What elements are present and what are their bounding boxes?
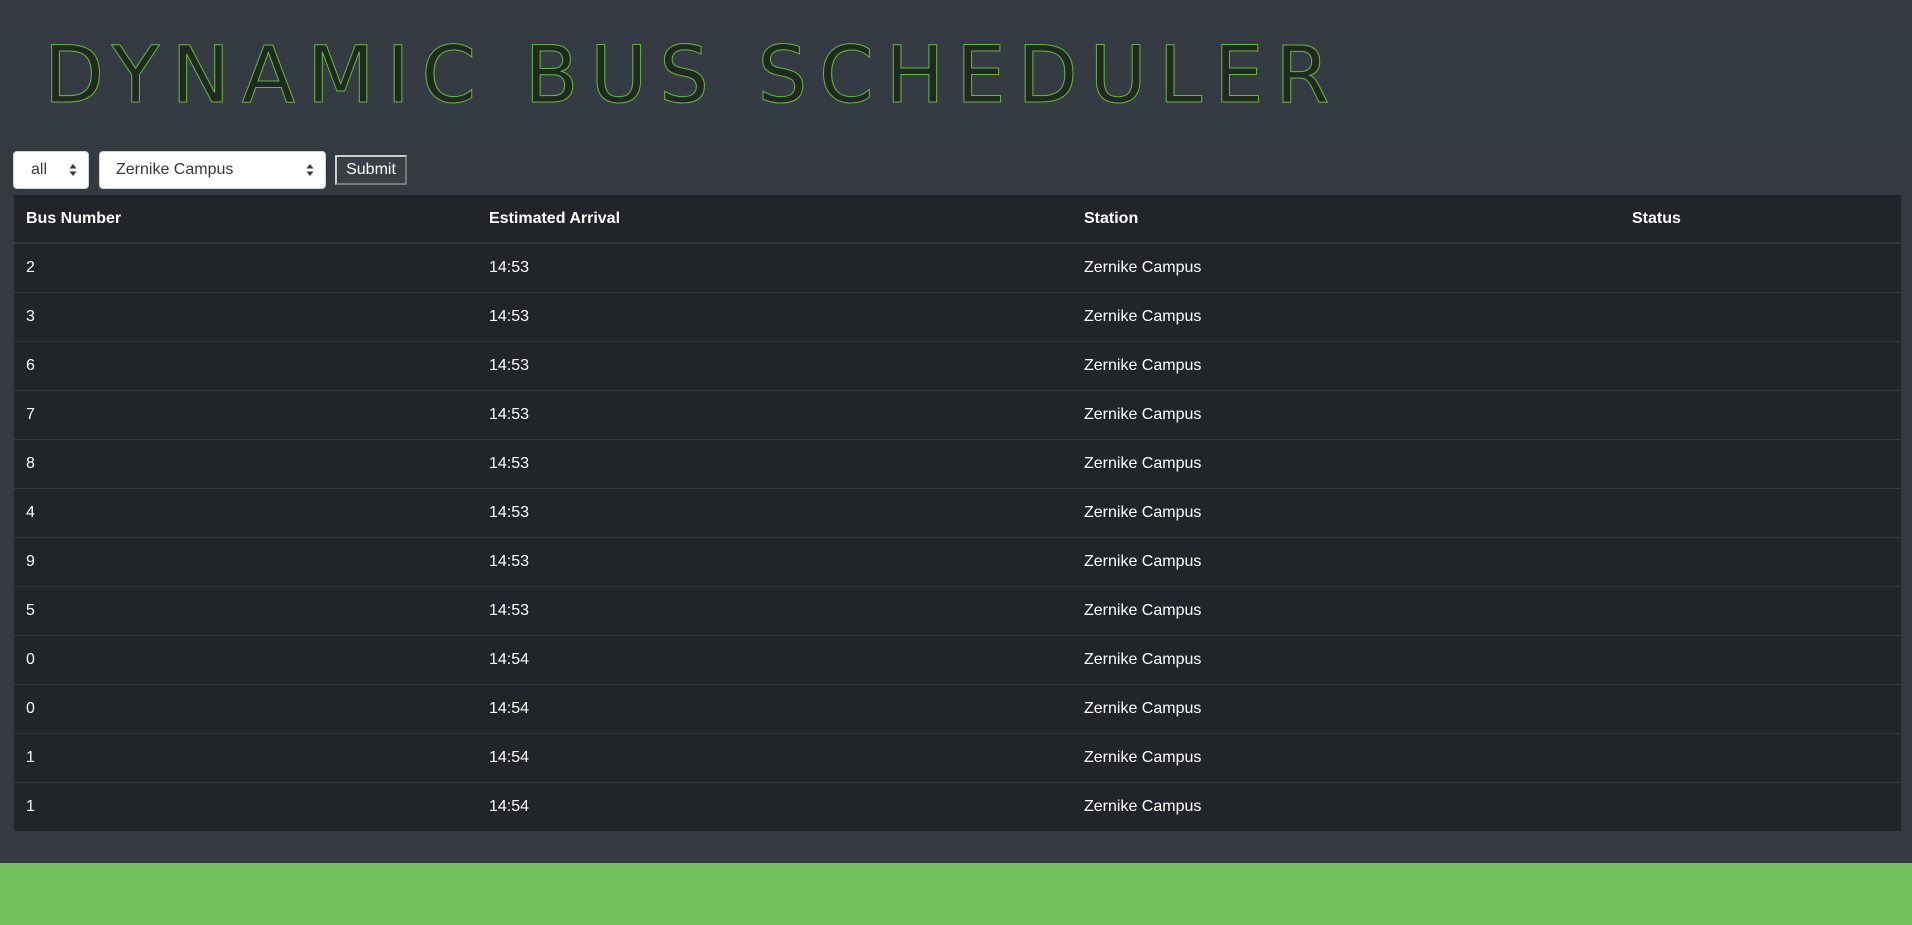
table-header-row: Bus Number Estimated Arrival Station Sta… <box>14 195 1901 244</box>
cell-estimated-arrival: 14:53 <box>477 536 1072 586</box>
cell-station: Zernike Campus <box>1072 389 1620 439</box>
table-row: 2 14:53 Zernike Campus <box>14 243 1901 292</box>
cell-station: Zernike Campus <box>1072 732 1620 782</box>
table-row: 5 14:53 Zernike Campus <box>14 585 1901 635</box>
column-header-station: Station <box>1072 195 1620 244</box>
cell-status <box>1620 389 1901 439</box>
submit-button[interactable]: Submit <box>335 155 407 185</box>
cell-station: Zernike Campus <box>1072 340 1620 390</box>
table-row: 0 14:54 Zernike Campus <box>14 634 1901 684</box>
cell-bus-number: 7 <box>14 389 477 439</box>
cell-status <box>1620 291 1901 341</box>
cell-bus-number: 9 <box>14 536 477 586</box>
filter-controls: all Zernike Campus Submit <box>13 151 407 189</box>
cell-station: Zernike Campus <box>1072 536 1620 586</box>
cell-estimated-arrival: 14:53 <box>477 389 1072 439</box>
route-select-value: all <box>31 161 48 178</box>
cell-estimated-arrival: 14:53 <box>477 291 1072 341</box>
cell-estimated-arrival: 14:54 <box>477 683 1072 733</box>
cell-bus-number: 6 <box>14 340 477 390</box>
sort-arrows-icon <box>69 163 77 177</box>
cell-bus-number: 5 <box>14 585 477 635</box>
route-select[interactable]: all <box>13 151 89 189</box>
cell-estimated-arrival: 14:54 <box>477 781 1072 831</box>
cell-station: Zernike Campus <box>1072 291 1620 341</box>
cell-bus-number: 4 <box>14 487 477 537</box>
cell-bus-number: 1 <box>14 781 477 831</box>
cell-status <box>1620 438 1901 488</box>
cell-status <box>1620 683 1901 733</box>
cell-status <box>1620 340 1901 390</box>
schedule-table-container: Bus Number Estimated Arrival Station Sta… <box>13 194 1902 832</box>
cell-bus-number: 8 <box>14 438 477 488</box>
table-row: 0 14:54 Zernike Campus <box>14 683 1901 733</box>
cell-bus-number: 1 <box>14 732 477 782</box>
cell-status <box>1620 634 1901 684</box>
cell-bus-number: 2 <box>26 258 35 276</box>
cell-status <box>1620 732 1901 782</box>
cell-bus-number: 0 <box>14 634 477 684</box>
cell-status <box>1620 243 1901 292</box>
cell-station: Zernike Campus <box>1072 438 1620 488</box>
cell-estimated-arrival: 14:54 <box>477 634 1072 684</box>
table-body: 2 14:53 Zernike Campus 3 14:53 Zernike Campus… <box>14 243 1901 831</box>
cell-estimated-arrival: 14:53 <box>477 438 1072 488</box>
cell-station: Zernike Campus <box>1072 781 1620 831</box>
cell-status <box>1620 781 1901 831</box>
cell-station: Zernike Campus <box>1072 683 1620 733</box>
cell-estimated-arrival: 14:53 <box>477 487 1072 537</box>
table-row: 7 14:53 Zernike Campus <box>14 389 1901 439</box>
cell-estimated-arrival: 14:53 <box>489 258 530 276</box>
table-row: 1 14:54 Zernike Campus <box>14 732 1901 782</box>
cell-station: Zernike Campus <box>1072 487 1620 537</box>
table-row: 6 14:53 Zernike Campus <box>14 340 1901 390</box>
cell-station: Zernike Campus <box>1084 258 1202 276</box>
footer-bar <box>0 863 1912 925</box>
table-row: 9 14:53 Zernike Campus <box>14 536 1901 586</box>
page-header: DYNAMIC BUS SCHEDULER <box>0 0 1912 146</box>
cell-bus-number: 3 <box>14 291 477 341</box>
table-row: 4 14:53 Zernike Campus <box>14 487 1901 537</box>
cell-status <box>1620 487 1901 537</box>
cell-station: Zernike Campus <box>1072 634 1620 684</box>
column-header-status: Status <box>1620 195 1901 244</box>
cell-estimated-arrival: 14:53 <box>477 340 1072 390</box>
column-header-estimated-arrival: Estimated Arrival <box>477 195 1072 244</box>
station-select[interactable]: Zernike Campus <box>99 151 326 189</box>
cell-station: Zernike Campus <box>1072 585 1620 635</box>
station-select-value: Zernike Campus <box>116 161 234 178</box>
table-row: 1 14:54 Zernike Campus <box>14 781 1901 831</box>
schedule-table: Bus Number Estimated Arrival Station Sta… <box>14 195 1901 831</box>
cell-status <box>1620 536 1901 586</box>
table-row: 3 14:53 Zernike Campus <box>14 291 1901 341</box>
sort-arrows-icon <box>306 163 314 177</box>
cell-estimated-arrival: 14:54 <box>477 732 1072 782</box>
cell-bus-number: 0 <box>14 683 477 733</box>
table-row: 8 14:53 Zernike Campus <box>14 438 1901 488</box>
page-title: DYNAMIC BUS SCHEDULER <box>44 31 1342 122</box>
column-header-bus-number: Bus Number <box>14 195 477 244</box>
cell-status <box>1620 585 1901 635</box>
cell-estimated-arrival: 14:53 <box>477 585 1072 635</box>
